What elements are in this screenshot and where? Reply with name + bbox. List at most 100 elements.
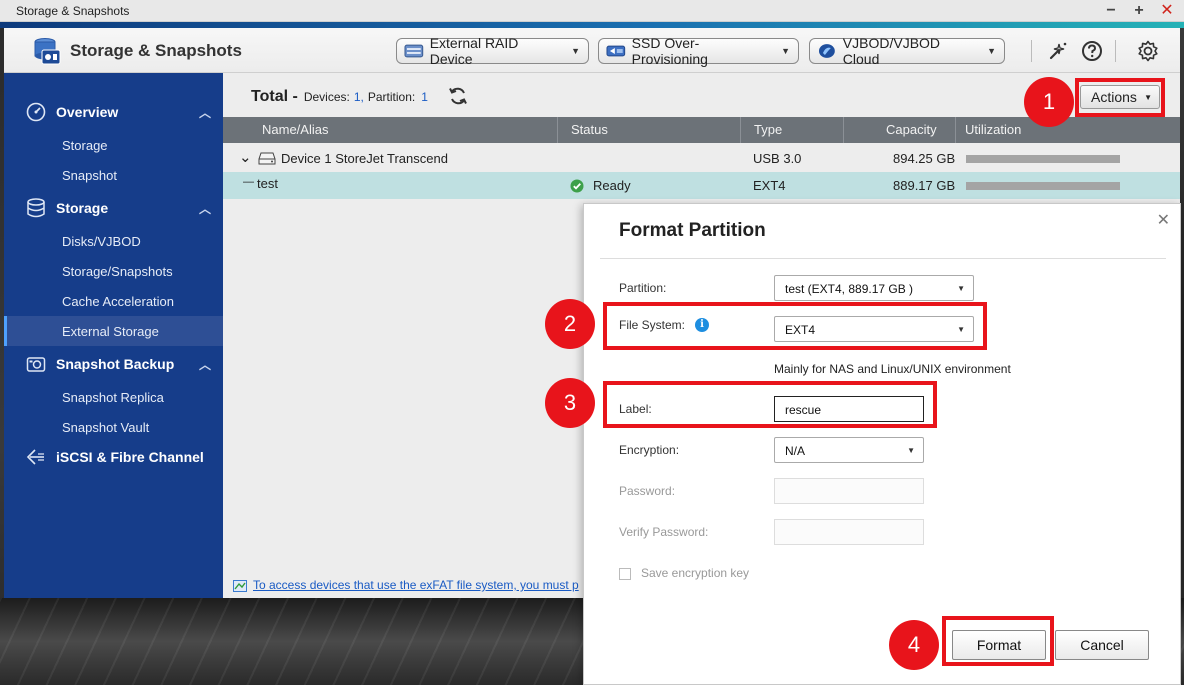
external-raid-device-button[interactable]: External RAID Device ▼ xyxy=(396,35,589,67)
ssd-over-provisioning-button[interactable]: SSD Over-Provisioning ▼ xyxy=(598,35,799,67)
utilization-bar xyxy=(966,155,1120,163)
devices-count: 1, xyxy=(353,90,364,104)
settings-icon[interactable] xyxy=(1137,40,1159,62)
sidebar-group-iscsi[interactable]: iSCSI & Fibre Channel xyxy=(4,441,223,473)
help-icon[interactable] xyxy=(1081,40,1103,62)
chevron-up-icon: ︿ xyxy=(198,357,211,372)
app-title: Storage & Snapshots xyxy=(70,41,242,60)
sidebar-group-storage[interactable]: Storage ︿ xyxy=(4,192,223,224)
storage-app-icon xyxy=(34,38,61,65)
dialog-title: Format Partition xyxy=(619,220,766,241)
sidebar-group-label: Storage xyxy=(56,200,109,216)
chevron-up-icon: ︿ xyxy=(198,201,211,216)
encryption-label: Encryption: xyxy=(619,443,680,457)
ssd-icon xyxy=(606,45,626,57)
callout-badge-1: 1 xyxy=(1024,77,1074,127)
window-controls: − + ✕ xyxy=(1104,1,1174,21)
chevron-down-icon: ▼ xyxy=(781,46,790,56)
devices-label: Devices: xyxy=(303,90,350,104)
camera-icon xyxy=(26,357,46,372)
sidebar-group-snapshot-backup[interactable]: Snapshot Backup ︿ xyxy=(4,348,223,380)
maximize-button[interactable]: + xyxy=(1132,1,1146,21)
device-name: Device 1 StoreJet Transcend xyxy=(281,151,448,166)
verify-password-input[interactable] xyxy=(774,519,924,545)
sidebar-item-snapshot[interactable]: Snapshot xyxy=(4,160,223,190)
chevron-down-icon[interactable]: ⌄ xyxy=(239,148,252,166)
password-input[interactable] xyxy=(774,478,924,504)
callout-highlight-actions xyxy=(1075,78,1165,117)
sidebar-group-overview[interactable]: Overview ︿ xyxy=(4,96,223,128)
check-circle-icon xyxy=(570,179,584,193)
verify-password-label: Verify Password: xyxy=(619,525,709,539)
chevron-down-icon: ▼ xyxy=(571,46,580,56)
total-label: Total - xyxy=(251,88,298,105)
device-type: USB 3.0 xyxy=(753,151,802,166)
sidebar-item-snapshot-replica[interactable]: Snapshot Replica xyxy=(4,382,223,412)
file-system-hint: Mainly for NAS and Linux/UNIX environmen… xyxy=(774,362,1011,376)
minimize-button[interactable]: − xyxy=(1104,1,1118,21)
drive-icon xyxy=(258,152,276,165)
gauge-icon xyxy=(26,102,46,122)
encryption-select-value: N/A xyxy=(785,444,806,458)
notice-icon xyxy=(233,580,247,592)
dialog-divider xyxy=(600,258,1166,259)
sidebar-item-storage-snapshots[interactable]: Storage/Snapshots xyxy=(4,256,223,286)
chevron-down-icon: ▼ xyxy=(957,284,965,293)
partition-select[interactable]: test (EXT4, 889.17 GB ) ▼ xyxy=(774,275,974,301)
column-name[interactable]: Name/Alias xyxy=(262,122,328,137)
column-status[interactable]: Status xyxy=(571,122,608,137)
chevron-up-icon: ︿ xyxy=(198,105,211,120)
vjbod-cloud-button[interactable]: VJBOD/VJBOD Cloud ▼ xyxy=(809,35,1005,67)
callout-badge-2: 2 xyxy=(545,299,595,349)
sidebar-item-disks-vjbod[interactable]: Disks/VJBOD xyxy=(4,226,223,256)
database-icon xyxy=(27,198,45,218)
vjbod-cloud-icon xyxy=(818,44,835,58)
external-raid-device-label: External RAID Device xyxy=(429,35,519,67)
column-divider xyxy=(557,117,558,143)
raid-device-icon xyxy=(404,44,424,58)
chevron-down-icon: ▼ xyxy=(907,446,915,455)
column-capacity[interactable]: Capacity xyxy=(886,122,937,137)
refresh-icon[interactable] xyxy=(447,85,469,107)
chevron-down-icon: ▼ xyxy=(987,46,996,56)
save-encryption-key-checkbox[interactable] xyxy=(619,568,631,580)
column-type[interactable]: Type xyxy=(754,122,782,137)
sidebar-item-cache-acceleration[interactable]: Cache Acceleration xyxy=(4,286,223,316)
partition-label: Partition: xyxy=(619,281,667,295)
callout-highlight-file-system xyxy=(603,302,987,350)
window-titlebar: Storage & Snapshots − + ✕ xyxy=(0,0,1184,22)
sidebar-item-external-storage[interactable]: External Storage xyxy=(4,316,223,346)
utilization-bar xyxy=(966,182,1120,190)
cancel-button[interactable]: Cancel xyxy=(1055,630,1149,660)
column-divider xyxy=(955,117,956,143)
close-button[interactable]: ✕ xyxy=(1160,1,1174,21)
format-partition-dialog: Format Partition ✕ Partition: test (EXT4… xyxy=(583,203,1181,685)
partition-label: Partition: xyxy=(367,90,416,104)
partition-status: Ready xyxy=(593,178,631,193)
sidebar-item-snapshot-vault[interactable]: Snapshot Vault xyxy=(4,412,223,442)
callout-highlight-label xyxy=(603,381,937,428)
partition-count: 1 xyxy=(421,90,428,104)
storage-summary: Total - Devices: 1, Partition: 1 xyxy=(251,88,428,106)
vjbod-cloud-label: VJBOD/VJBOD Cloud xyxy=(842,35,941,67)
table-row[interactable]: — test Ready EXT4 889.17 GB xyxy=(223,172,1180,199)
iscsi-icon xyxy=(26,449,44,465)
partition-name: test xyxy=(257,176,278,191)
encryption-select[interactable]: N/A ▼ xyxy=(774,437,924,463)
header-divider xyxy=(1115,40,1116,62)
column-utilization[interactable]: Utilization xyxy=(965,122,1021,137)
tools-icon[interactable] xyxy=(1047,40,1069,62)
sidebar-item-storage[interactable]: Storage xyxy=(4,130,223,160)
ssd-over-provisioning-label: SSD Over-Provisioning xyxy=(631,35,708,67)
exfat-notice-text: To access devices that use the exFAT fil… xyxy=(253,578,579,592)
close-icon[interactable]: ✕ xyxy=(1157,210,1170,230)
app-header: Storage & Snapshots External RAID Device… xyxy=(4,28,1180,73)
password-label: Password: xyxy=(619,484,676,498)
callout-highlight-format xyxy=(942,616,1054,666)
sidebar-group-label: Snapshot Backup xyxy=(56,356,175,372)
exfat-notice-link[interactable]: To access devices that use the exFAT fil… xyxy=(233,578,579,592)
save-encryption-key-label: Save encryption key xyxy=(641,566,750,580)
sidebar-group-label: iSCSI & Fibre Channel xyxy=(56,449,204,465)
table-row[interactable]: ⌄ Device 1 StoreJet Transcend USB 3.0 89… xyxy=(223,145,1180,172)
tree-prefix: — xyxy=(243,176,254,188)
